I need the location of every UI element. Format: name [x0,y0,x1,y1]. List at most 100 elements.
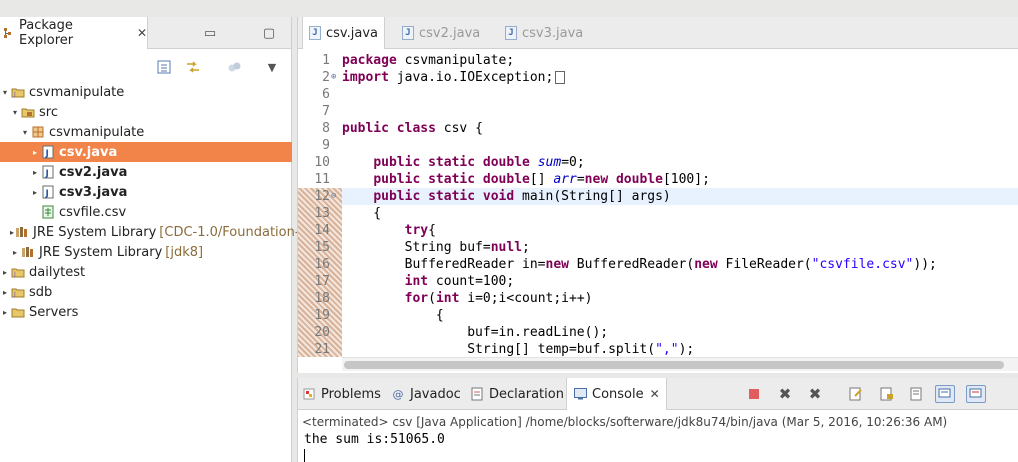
focus-task-icon[interactable] [226,58,244,76]
project-icon: J [11,85,25,99]
horizontal-scrollbar[interactable] [342,357,1018,371]
editor-tab-label: csv3.java [522,25,584,41]
expanded-arrow-icon[interactable]: ▾ [20,128,30,137]
code-line[interactable]: 1 package csvmanipulate; [298,52,1018,69]
tree-item[interactable]: ▸ Jdailytest [0,262,292,282]
console-view: Problems @ Javadoc Declaration Console ✕… [297,378,1018,462]
line-number: 10 [314,155,330,170]
code-line[interactable]: 13 { [298,205,1018,222]
collapsed-arrow-icon[interactable]: ▸ [10,248,20,257]
code-line[interactable]: 20 buf=in.readLine(); [298,324,1018,341]
terminate-icon[interactable] [744,385,764,403]
code-line[interactable]: 11 public static double[] arr=new double… [298,171,1018,188]
fold-collapse-icon[interactable]: ⊖ [331,191,341,201]
code-line[interactable]: 9 [298,137,1018,154]
code-line[interactable]: 14 try{ [298,222,1018,239]
link-with-editor-icon[interactable] [184,58,202,76]
tree-item[interactable]: ▸ Jcsv3.java [0,182,292,202]
editor-tab-csv3-java[interactable]: J csv3.java [505,17,583,49]
tab-package-explorer[interactable]: Package Explorer ✕ [0,17,148,49]
scroll-lock-icon[interactable] [877,385,897,403]
code-line[interactable]: 17 int count=100; [298,273,1018,290]
line-number: 19 [298,307,342,324]
tree-item[interactable]: ▸ Jcsv.java [0,142,292,162]
clear-console-icon[interactable] [846,385,866,403]
collapsed-arrow-icon[interactable]: ▸ [0,268,10,277]
remove-all-terminated-icon[interactable]: ✖ [805,385,825,403]
collapsed-arrow-icon[interactable]: ▸ [30,148,40,157]
remove-launch-icon[interactable]: ✖ [775,385,795,403]
line-number: 7 [322,104,330,119]
collapsed-arrow-icon[interactable]: ▸ [10,228,14,237]
code-line[interactable]: 16 BufferedReader in=new BufferedReader(… [298,256,1018,273]
collapsed-arrow-icon[interactable]: ▸ [30,188,40,197]
code-text: { [342,308,444,323]
tab-declaration[interactable]: Declaration [470,378,564,410]
tab-label: Declaration [489,386,564,402]
code-text: BufferedReader in=new BufferedReader(new… [342,257,937,272]
tree-item[interactable]: ▾ csvmanipulate [0,122,292,142]
tab-label: Problems [321,386,381,402]
tab-label: Javadoc [410,386,461,402]
tree-item[interactable]: ▾ src [0,102,292,122]
expanded-arrow-icon[interactable]: ▾ [0,88,10,97]
editor-tab-csv-java[interactable]: J csv.java [302,17,385,49]
show-console-on-output-icon[interactable] [935,385,955,403]
code-text: public static double sum=0; [373,155,585,170]
tree-item[interactable]: ▾ Jcsvmanipulate [0,82,292,102]
code-line[interactable]: 15 String buf=null; [298,239,1018,256]
tree-item-label: csvmanipulate [29,84,125,100]
collapse-all-icon[interactable] [155,58,173,76]
tree-item-label: csvfile.csv [59,204,127,220]
expanded-arrow-icon[interactable]: ▾ [10,108,20,117]
view-menu-icon[interactable]: ▼ [263,58,281,76]
show-console-on-error-icon[interactable] [966,385,986,403]
collapsed-arrow-icon[interactable]: ▸ [0,308,10,317]
word-wrap-icon[interactable] [907,385,927,403]
tree-item[interactable]: csvfile.csv [0,202,292,222]
code-line[interactable]: 21 String[] temp=buf.split(","); [298,341,1018,357]
line-number: 21 [298,341,342,357]
text-caret [304,449,305,462]
code-line[interactable]: 10 public static double sum=0; [298,154,1018,171]
fold-expand-icon[interactable]: ⊕ [331,72,341,82]
code-area[interactable]: 1 package csvmanipulate; 2 ⊕ import java.io.… [298,52,1018,357]
close-icon[interactable]: ✕ [650,387,660,401]
editor-tab-csv2-java[interactable]: J csv2.java [402,17,480,49]
java-file-icon: J [41,145,55,159]
code-line[interactable]: 8 public class csv { [298,120,1018,137]
tab-console[interactable]: Console ✕ [566,378,667,410]
tree-item[interactable]: ▸ Jcsv2.java [0,162,292,182]
code-text: { [342,206,382,221]
scrollbar-thumb[interactable] [344,361,1004,369]
maximize-icon[interactable]: ▢ [260,24,278,42]
code-line[interactable]: 19 { [298,307,1018,324]
line-number: 20 [298,324,342,341]
tab-label: Console [592,386,644,402]
line-number: 12 ⊖ [298,188,342,205]
package-explorer-icon [2,26,14,40]
tab-javadoc[interactable]: @ Javadoc [391,378,461,410]
problems-icon [302,387,316,401]
code-line[interactable]: 2 ⊕ import java.io.IOException; [298,69,1018,86]
tree-item[interactable]: ▸ JRE System Library [CDC-1.0/Foundation-1… [0,222,312,242]
tab-problems[interactable]: Problems [302,378,381,410]
code-line[interactable]: 12 ⊖ public static void main(String[] arg… [298,188,1018,205]
javadoc-icon: @ [392,387,404,401]
tree-item[interactable]: ▸ Servers [0,302,292,322]
collapsed-arrow-icon[interactable]: ▸ [0,288,10,297]
tree-item[interactable]: ▸ JRE System Library [jdk8] [0,242,292,262]
console-tabbar: Problems @ Javadoc Declaration Console ✕… [298,378,1018,410]
close-icon[interactable]: ✕ [137,26,147,40]
code-line[interactable]: 7 [298,103,1018,120]
code-line[interactable]: 6 [298,86,1018,103]
tree-item[interactable]: ▸ Jsdb [0,282,292,302]
editor-tabbar: J csv.java J csv2.java J csv3.java [298,17,1018,49]
java-file-icon: J [41,185,55,199]
code-text: public static void main(String[] args) [342,188,1018,205]
tree-item-decoration: [CDC-1.0/Foundation-1. [159,224,312,240]
collapsed-arrow-icon[interactable]: ▸ [30,168,40,177]
minimize-icon[interactable]: ▭ [201,24,219,42]
code-line[interactable]: 18 for(int i=0;i<count;i++) [298,290,1018,307]
code-text: try{ [404,223,436,238]
